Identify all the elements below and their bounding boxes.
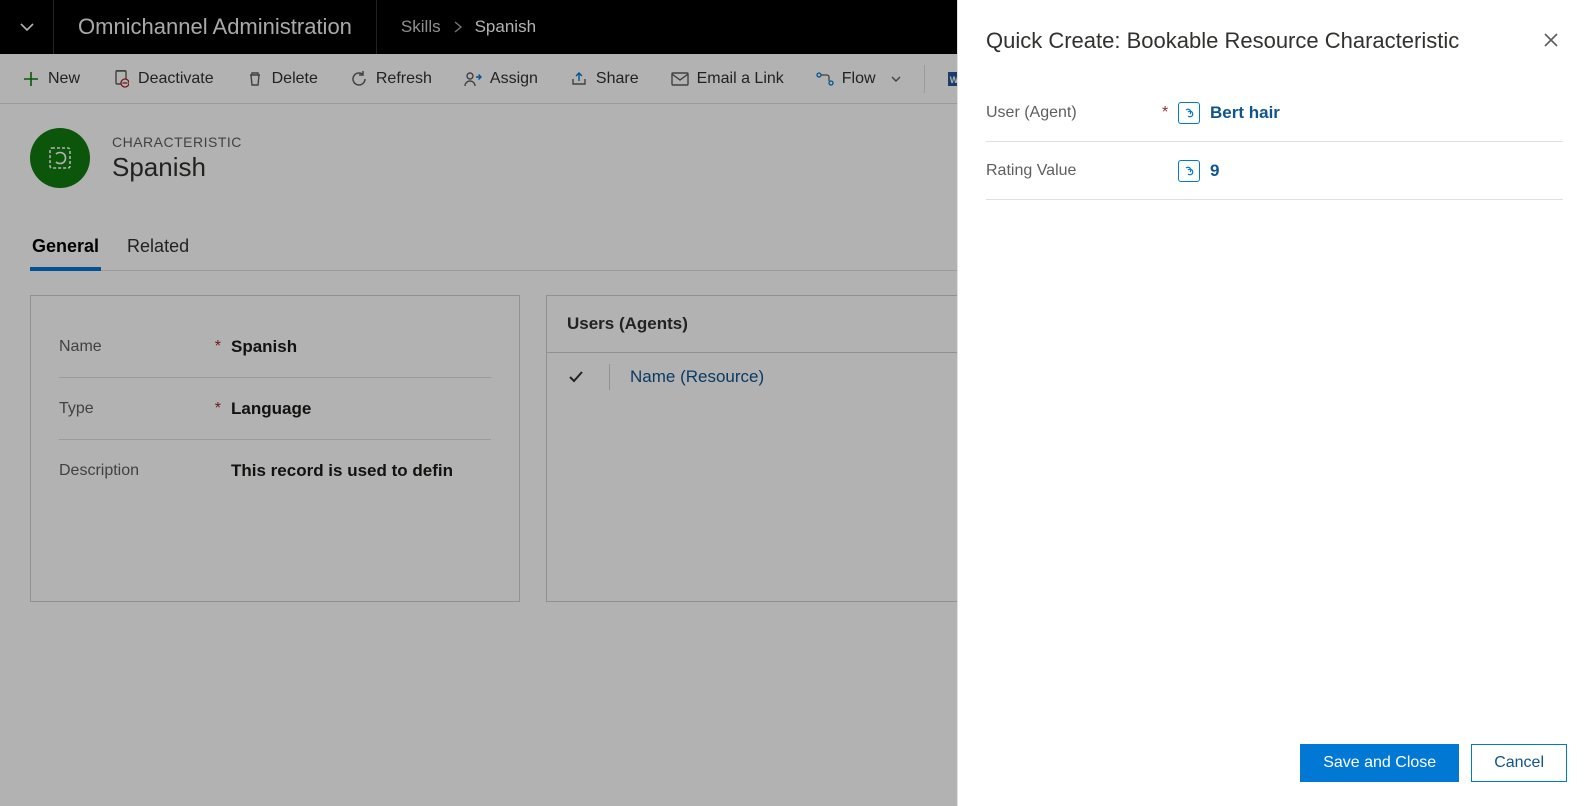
cmd-label: Refresh [376, 70, 432, 88]
email-link-button[interactable]: Email a Link [657, 59, 798, 99]
cmd-label: New [48, 70, 80, 88]
lookup-icon [1178, 160, 1200, 182]
share-button[interactable]: Share [556, 59, 653, 99]
description-label: Description [59, 462, 139, 480]
chevron-down-icon [890, 73, 902, 85]
lookup-icon [1178, 102, 1200, 124]
tab-general[interactable]: General [30, 228, 101, 271]
tab-related[interactable]: Related [125, 228, 191, 270]
delete-button[interactable]: Delete [232, 59, 332, 99]
close-icon [1543, 32, 1559, 48]
rating-value-label: Rating Value [986, 162, 1162, 180]
description-field[interactable]: This record is used to defin [231, 461, 453, 481]
type-field[interactable]: Language [231, 399, 311, 419]
cmd-label: Delete [272, 70, 318, 88]
app-title: Omnichannel Administration [54, 0, 377, 54]
cmd-label: Share [596, 70, 639, 88]
deactivate-button[interactable]: Deactivate [98, 59, 228, 99]
cmd-label: Email a Link [697, 70, 784, 88]
breadcrumb-current: Spanish [475, 17, 536, 37]
check-icon [567, 368, 585, 386]
general-section: Name * Spanish Type * Language Description… [30, 295, 520, 602]
column-divider [609, 364, 610, 390]
type-label: Type [59, 400, 94, 418]
separator [924, 65, 925, 93]
record-icon [30, 128, 90, 188]
flow-icon [816, 72, 834, 86]
required-indicator: * [1162, 104, 1178, 122]
required-indicator: * [215, 400, 221, 418]
user-agent-field[interactable]: Bert hair [1178, 102, 1280, 124]
assign-button[interactable]: Assign [450, 59, 552, 99]
plus-icon [23, 71, 39, 87]
cmd-label: Flow [842, 70, 876, 88]
chevron-down-icon [19, 19, 35, 35]
deactivate-icon [113, 70, 129, 88]
refresh-button[interactable]: Refresh [336, 59, 446, 99]
assign-icon [464, 71, 482, 87]
mail-icon [671, 72, 689, 86]
column-header-name[interactable]: Name (Resource) [630, 367, 764, 387]
app-menu-toggle[interactable] [0, 0, 54, 54]
quick-create-panel: Quick Create: Bookable Resource Characte… [957, 0, 1591, 806]
user-agent-label: User (Agent) [986, 104, 1162, 122]
entity-label: CHARACTERISTIC [112, 134, 242, 150]
share-icon [570, 71, 588, 87]
flow-button[interactable]: Flow [802, 59, 916, 99]
save-and-close-button[interactable]: Save and Close [1300, 744, 1459, 782]
breadcrumb-root[interactable]: Skills [401, 17, 441, 37]
trash-icon [247, 71, 263, 87]
breadcrumb: Skills Spanish [377, 17, 536, 37]
cancel-button[interactable]: Cancel [1471, 744, 1567, 782]
cmd-label: Assign [490, 70, 538, 88]
refresh-icon [351, 71, 367, 87]
name-label: Name [59, 338, 102, 356]
close-button[interactable] [1539, 28, 1563, 52]
record-title: Spanish [112, 152, 242, 183]
chevron-right-icon [453, 21, 463, 33]
user-agent-value: Bert hair [1210, 103, 1280, 123]
new-button[interactable]: New [8, 59, 94, 99]
required-indicator: * [215, 338, 221, 356]
rating-value: 9 [1210, 161, 1219, 181]
flyout-title: Quick Create: Bookable Resource Characte… [986, 28, 1459, 54]
characteristic-icon [46, 144, 74, 172]
rating-value-field[interactable]: 9 [1178, 160, 1219, 182]
cmd-label: Deactivate [138, 70, 214, 88]
select-all-checkbox[interactable] [567, 368, 589, 386]
name-field[interactable]: Spanish [231, 337, 297, 357]
